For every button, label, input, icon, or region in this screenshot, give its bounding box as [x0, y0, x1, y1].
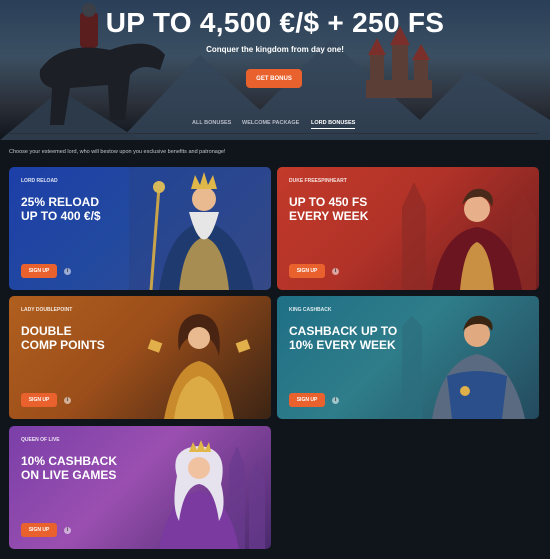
intro-text: Choose your esteemed lord, who will best…	[9, 149, 226, 155]
duke-character-illustration	[402, 182, 536, 290]
card-headline: 25% RELOAD UP TO 400 €/$	[21, 195, 101, 223]
card-headline: 10% CASHBACK ON LIVE GAMES	[21, 454, 117, 482]
card-headline: DOUBLE COMP POINTS	[21, 324, 105, 352]
sign-up-button[interactable]: SIGN UP	[21, 523, 57, 537]
bonus-tabs: ALL BONUSES WELCOME PACKAGE LORD BONUSES	[0, 120, 550, 132]
card-kicker: LADY DOUBLEPOINT	[21, 307, 73, 313]
bonus-card-duke-freespinheart: DUKE FREESPINHEART UP TO 450 FS EVERY WE…	[277, 167, 539, 290]
card-kicker: LORD RELOAD	[21, 178, 58, 184]
hero-banner: UP TO 4,500 €/$ + 250 FS Conquer the kin…	[0, 0, 550, 140]
info-icon[interactable]: i	[332, 397, 339, 404]
tab-welcome-package[interactable]: WELCOME PACKAGE	[242, 120, 299, 126]
lady-character-illustration	[147, 314, 251, 419]
card-headline-line2: 10% EVERY WEEK	[289, 338, 396, 352]
sign-up-button[interactable]: SIGN UP	[289, 393, 325, 407]
sign-up-button[interactable]: SIGN UP	[21, 264, 57, 278]
tab-lord-bonuses[interactable]: LORD BONUSES	[311, 120, 356, 129]
card-headline-line1: 25% RELOAD	[21, 195, 100, 209]
card-headline-line1: UP TO 450 FS	[289, 195, 368, 209]
king-character-illustration	[402, 315, 525, 419]
hero-subtitle: Conquer the kingdom from day one!	[206, 45, 344, 54]
tabs-divider	[9, 133, 539, 134]
sign-up-button[interactable]: SIGN UP	[21, 393, 57, 407]
card-headline: CASHBACK UP TO 10% EVERY WEEK	[289, 324, 397, 352]
card-headline-line1: CASHBACK UP TO	[289, 324, 398, 338]
info-icon[interactable]: i	[64, 397, 71, 404]
bonus-card-lord-reload: LORD RELOAD 25% RELOAD UP TO 400 €/$ SIG…	[9, 167, 271, 290]
card-headline-line2: UP TO 400 €/$	[21, 209, 101, 223]
lord-character-illustration	[129, 167, 271, 290]
card-kicker: DUKE FREESPINHEART	[289, 178, 347, 184]
info-icon[interactable]: i	[64, 527, 71, 534]
hero-title: UP TO 4,500 €/$ + 250 FS	[105, 7, 445, 38]
card-headline-line1: DOUBLE	[21, 324, 72, 338]
card-kicker: KING CASHBACK	[289, 307, 332, 313]
info-icon[interactable]: i	[332, 268, 339, 275]
card-headline-line1: 10% CASHBACK	[21, 454, 118, 468]
card-headline-line2: COMP POINTS	[21, 338, 105, 352]
queen-character-illustration	[159, 440, 265, 549]
tab-all-bonuses[interactable]: ALL BONUSES	[192, 120, 231, 126]
get-bonus-button[interactable]: GET BONUS	[246, 69, 302, 88]
card-kicker: QUEEN OF LIVE	[21, 437, 60, 443]
bonus-card-queen-of-live: QUEEN OF LIVE 10% CASHBACK ON LIVE GAMES…	[9, 426, 271, 549]
card-headline-line2: EVERY WEEK	[289, 209, 369, 223]
sign-up-button[interactable]: SIGN UP	[289, 264, 325, 278]
info-icon[interactable]: i	[64, 268, 71, 275]
card-headline: UP TO 450 FS EVERY WEEK	[289, 195, 368, 223]
bonus-card-king-cashback: KING CASHBACK CASHBACK UP TO 10% EVERY W…	[277, 296, 539, 419]
card-headline-line2: ON LIVE GAMES	[21, 468, 117, 482]
bonus-card-lady-doublepoint: LADY DOUBLEPOINT DOUBLE COMP POINTS SIGN…	[9, 296, 271, 419]
